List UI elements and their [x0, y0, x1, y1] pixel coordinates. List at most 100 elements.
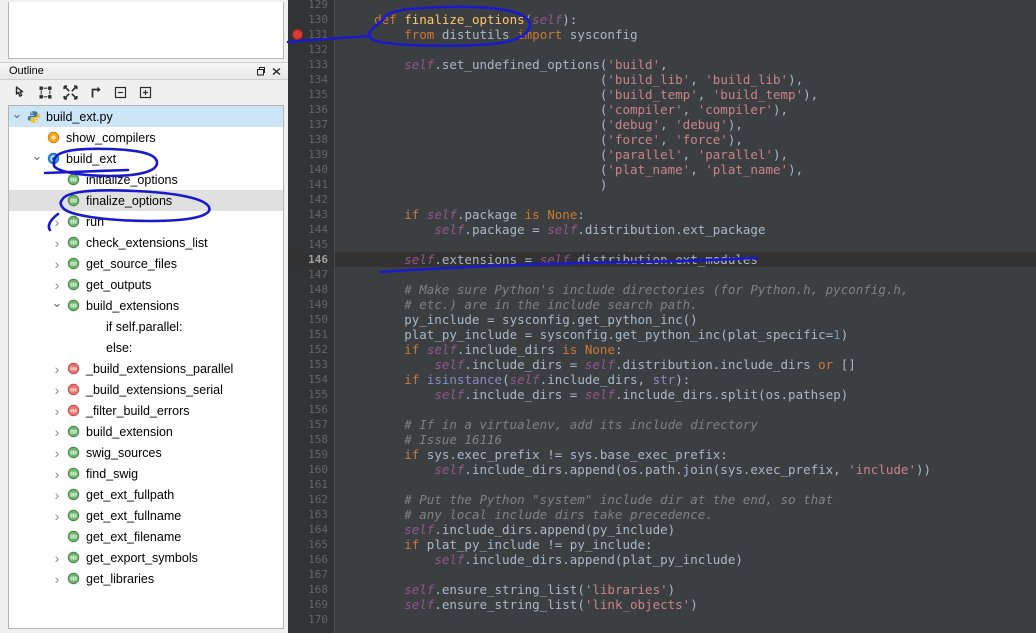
collapse-all-icon[interactable] [34, 82, 56, 103]
outline-item-build_ext-py[interactable]: build_ext.py [9, 106, 283, 127]
close-icon[interactable] [268, 64, 284, 78]
method-green-icon [65, 446, 82, 459]
outline-item-build_ext[interactable]: build_ext [9, 148, 283, 169]
outline-item-swig_sources[interactable]: swig_sources [9, 442, 283, 463]
code-text-area[interactable]: def finalize_options(self): from distuti… [335, 0, 1036, 633]
chevron-right-icon[interactable] [49, 445, 65, 461]
method-green-icon [65, 299, 82, 312]
outline-panel-title: Outline [9, 65, 44, 77]
chevron-down-icon[interactable] [49, 303, 65, 309]
outline-item-show_compilers[interactable]: show_compilers [9, 127, 283, 148]
chevron-right-icon[interactable] [49, 571, 65, 587]
outline-tree[interactable]: build_ext.py show_compilers build_extiniti… [8, 105, 284, 629]
outline-item-get_ext_fullname[interactable]: get_ext_fullname [9, 505, 283, 526]
outline-item-label: build_ext [66, 151, 117, 166]
code-line: self.include_dirs.append(py_include) [404, 522, 676, 537]
chevron-right-icon[interactable] [49, 361, 65, 377]
outline-item-get_source_files[interactable]: get_source_files [9, 253, 283, 274]
expand-all-icon[interactable] [59, 82, 81, 103]
line-number: 129 [308, 0, 328, 11]
method-green-icon [65, 278, 82, 291]
chevron-right-icon[interactable] [49, 424, 65, 440]
outline-item-else-[interactable]: else: [9, 337, 283, 358]
method-green-icon [65, 572, 82, 585]
line-number: 144 [308, 223, 328, 236]
outline-item-_build_extensions_parallel[interactable]: _build_extensions_parallel [9, 358, 283, 379]
outline-item-get_export_symbols[interactable]: get_export_symbols [9, 547, 283, 568]
breakpoint-marker[interactable] [292, 29, 303, 40]
chevron-right-icon[interactable] [49, 235, 65, 251]
chevron-right-icon[interactable] [49, 382, 65, 398]
code-editor[interactable]: 129 130 131 132 133 134 135 136 137 138 139 140 141 1… [288, 0, 1036, 633]
code-line: ('build_lib', 'build_lib'), [344, 72, 804, 87]
outline-item-get_ext_fullpath[interactable]: get_ext_fullpath [9, 484, 283, 505]
outline-item-finalize_options[interactable]: finalize_options [9, 190, 283, 211]
code-line: self.include_dirs = self.include_dirs.sp… [434, 387, 849, 402]
minimize-restore-button[interactable] [252, 64, 268, 78]
line-number: 158 [308, 433, 328, 446]
outline-item-_filter_build_errors[interactable]: _filter_build_errors [9, 400, 283, 421]
expand-plus-box-icon[interactable] [134, 82, 156, 103]
line-number: 170 [308, 613, 328, 626]
outline-toolbar [0, 80, 288, 105]
outline-tree-container: build_ext.py show_compilers build_extiniti… [0, 105, 288, 633]
chevron-down-icon[interactable] [9, 114, 25, 120]
code-line: # any local include dirs take precedence… [404, 507, 713, 522]
outline-item-label: build_ext.py [46, 109, 113, 124]
outline-item-initialize_options[interactable]: initialize_options [9, 169, 283, 190]
line-number: 150 [308, 313, 328, 326]
code-line: self.ensure_string_list('libraries') [404, 582, 676, 597]
outline-item-run[interactable]: run [9, 211, 283, 232]
line-number: 151 [308, 328, 328, 341]
outline-item-get_libraries[interactable]: get_libraries [9, 568, 283, 589]
code-line: if self.include_dirs is None: [404, 342, 623, 357]
line-number: 154 [308, 373, 328, 386]
method-green-icon [65, 194, 82, 207]
chevron-right-icon[interactable] [49, 403, 65, 419]
chevron-right-icon[interactable] [49, 256, 65, 272]
outline-item-build_extensions[interactable]: build_extensions [9, 295, 283, 316]
code-line: self.extensions = self.distribution.ext_… [335, 252, 1036, 267]
outline-item-get_outputs[interactable]: get_outputs [9, 274, 283, 295]
code-line: ('force', 'force'), [344, 132, 743, 147]
line-number: 148 [308, 283, 328, 296]
chevron-right-icon[interactable] [49, 466, 65, 482]
chevron-right-icon[interactable] [49, 550, 65, 566]
code-line: # Issue 16116 [404, 432, 503, 447]
chevron-right-icon[interactable] [49, 214, 65, 230]
outline-item-check_extensions_list[interactable]: check_extensions_list [9, 232, 283, 253]
chevron-right-icon[interactable] [49, 487, 65, 503]
outline-item-label: show_compilers [66, 130, 156, 145]
line-number: 160 [308, 463, 328, 476]
upper-empty-panel-content [8, 2, 284, 59]
method-private-red-icon [65, 362, 82, 375]
line-number: 133 [308, 58, 328, 71]
outline-item-label: get_outputs [86, 277, 152, 292]
code-line: # etc.) are in the include search path. [404, 297, 698, 312]
line-number: 161 [308, 478, 328, 491]
code-line: from distutils import sysconfig [404, 27, 638, 42]
method-green-icon [65, 236, 82, 249]
line-number: 169 [308, 598, 328, 611]
chevron-right-icon[interactable] [49, 277, 65, 293]
method-green-icon [65, 467, 82, 480]
outline-item-label: get_ext_fullname [86, 508, 182, 523]
outline-item-label: check_extensions_list [86, 235, 208, 250]
outline-item-label: get_export_symbols [86, 550, 198, 565]
sort-arrow-icon[interactable] [84, 82, 106, 103]
focus-on-active-task-icon[interactable] [9, 82, 31, 103]
outline-item-_build_extensions_serial[interactable]: _build_extensions_serial [9, 379, 283, 400]
chevron-down-icon[interactable] [29, 156, 45, 162]
outline-item-find_swig[interactable]: find_swig [9, 463, 283, 484]
upper-empty-panel [0, 0, 288, 62]
outline-item-get_ext_filename[interactable]: get_ext_filename [9, 526, 283, 547]
outline-item-build_extension[interactable]: build_extension [9, 421, 283, 442]
collapse-minus-box-icon[interactable] [109, 82, 131, 103]
code-line: self.include_dirs.append(os.path.join(sy… [434, 462, 932, 477]
outline-item-if-self-parallel-[interactable]: if self.parallel: [9, 316, 283, 337]
line-number: 138 [308, 133, 328, 146]
editor-gutter[interactable]: 129 130 131 132 133 134 135 136 137 138 139 140 141 1… [288, 0, 334, 633]
chevron-right-icon[interactable] [49, 508, 65, 524]
